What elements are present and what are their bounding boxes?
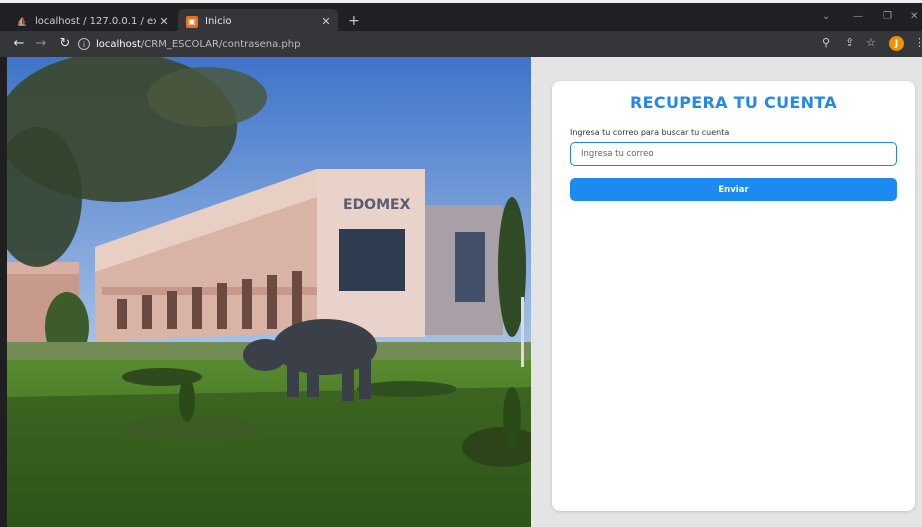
forward-icon[interactable]: →	[32, 36, 50, 51]
browser-toolbar: ← → ↻ i localhost /CRM_ESCOLAR/contrasen…	[0, 31, 922, 57]
new-tab-button[interactable]: +	[348, 13, 360, 29]
site-info-icon[interactable]: i	[78, 38, 90, 50]
tab-search-icon[interactable]: ⌄	[822, 11, 830, 22]
url-path: /CRM_ESCOLAR/contrasena.php	[140, 38, 301, 50]
campus-photo: EDOMEX	[7, 57, 531, 527]
minimize-icon[interactable]: —	[853, 11, 863, 22]
reload-icon[interactable]: ↻	[56, 36, 74, 51]
submit-button[interactable]: Enviar	[570, 178, 897, 201]
phpmyadmin-icon: ⛵	[17, 17, 27, 26]
close-window-icon[interactable]: ✕	[910, 11, 918, 22]
page-title: RECUPERA TU CUENTA	[630, 93, 837, 112]
email-label: Ingresa tu correo para buscar tu cuenta	[570, 128, 730, 137]
tab-title: Inicio	[205, 16, 232, 27]
browser-tab-bar: ⛵ localhost / 127.0.0.1 / ex_diagno ✕ ▣ …	[0, 0, 922, 34]
close-tab-icon[interactable]: ✕	[156, 15, 172, 28]
page-content: EDOMEX RECUPERA TU CUENTA Ingresa tu cor…	[7, 57, 922, 527]
recover-account-card: RECUPERA TU CUENTA Ingresa tu correo par…	[552, 81, 915, 511]
bookmark-star-icon[interactable]: ☆	[866, 36, 876, 49]
zoom-icon[interactable]: ⚲	[822, 36, 830, 49]
close-tab-icon[interactable]: ✕	[318, 15, 334, 28]
restore-icon[interactable]: ❐	[883, 11, 892, 22]
back-icon[interactable]: ←	[10, 36, 28, 51]
app-icon: ▣	[186, 15, 198, 28]
share-icon[interactable]: ⇪	[845, 36, 854, 49]
email-field[interactable]	[570, 142, 897, 166]
profile-avatar[interactable]: J	[889, 36, 904, 51]
menu-icon[interactable]: ⋮	[914, 36, 922, 49]
campus-photo-illustration: EDOMEX	[7, 57, 531, 527]
building-sign: EDOMEX	[343, 197, 411, 213]
url-host: localhost	[96, 38, 141, 50]
address-bar[interactable]: i localhost /CRM_ESCOLAR/contrasena.php	[78, 34, 818, 54]
tab-title: localhost / 127.0.0.1 / ex_diagno	[35, 16, 156, 27]
